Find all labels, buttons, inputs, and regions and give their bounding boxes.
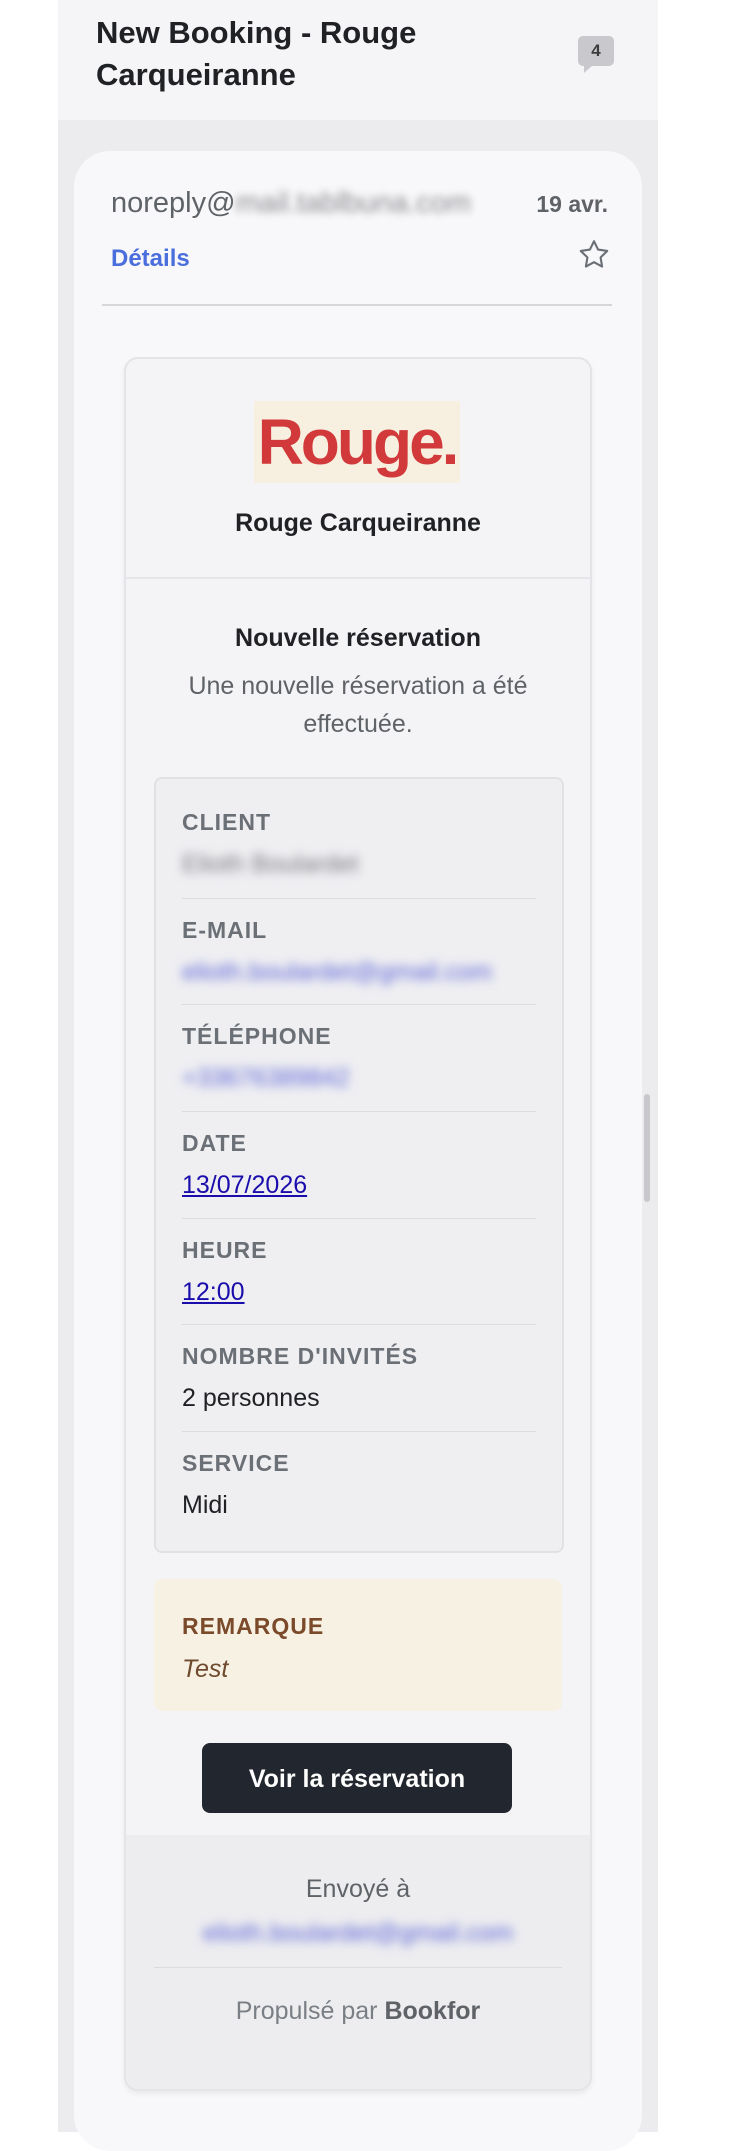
powered-by-prefix: Propulsé par xyxy=(235,1997,385,2025)
message-card: noreply@mail.tablbuna.com 19 avr. Détail… xyxy=(74,151,642,2151)
field-label: HEURE xyxy=(182,1237,268,1263)
field-date: DATE 13/07/2026 xyxy=(182,1130,536,1200)
field-divider xyxy=(182,1431,536,1432)
field-phone: TÉLÉPHONE +33676389842 xyxy=(182,1023,536,1093)
date-link[interactable]: 13/07/2026 xyxy=(182,1171,536,1200)
client-email-link[interactable]: elioth.boulardet@gmail.com xyxy=(182,958,536,987)
footer-divider xyxy=(154,1967,562,1968)
remark-label: REMARQUE xyxy=(182,1613,325,1639)
service-value: Midi xyxy=(182,1491,228,1519)
field-client: CLIENT Elioth Boulardet xyxy=(182,809,536,879)
restaurant-name: Rouge Carqueiranne xyxy=(235,509,481,537)
remark-value: Test xyxy=(182,1655,229,1683)
client-phone-link[interactable]: +33676389842 xyxy=(182,1064,536,1093)
field-label: NOMBRE D'INVITÉS xyxy=(182,1343,419,1369)
sender-prefix: noreply@ xyxy=(111,187,236,219)
email-footer: Envoyé à elioth.boulardet@gmail.com Prop… xyxy=(126,1835,590,2089)
logo-text: Rouge. xyxy=(257,406,460,478)
field-divider xyxy=(182,1324,536,1325)
field-label: SERVICE xyxy=(182,1450,290,1476)
email-header-divider xyxy=(126,577,590,579)
powered-by: Propulsé par Bookfor xyxy=(126,1997,590,2026)
time-link[interactable]: 12:00 xyxy=(182,1278,536,1307)
field-divider xyxy=(182,898,536,899)
field-service: SERVICE Midi xyxy=(182,1450,536,1520)
view-reservation-button[interactable]: Voir la réservation xyxy=(202,1743,512,1813)
field-label: E-MAIL xyxy=(182,917,268,943)
remark-box: REMARQUE Test xyxy=(154,1579,562,1711)
message-count-badge: 4 xyxy=(578,36,614,73)
sent-to-email-link[interactable]: elioth.boulardet@gmail.com xyxy=(176,1919,540,1948)
field-label: TÉLÉPHONE xyxy=(182,1023,332,1049)
sender-address[interactable]: noreply@mail.tablbuna.com xyxy=(111,187,471,220)
email-body: Rouge. Rouge Carqueiranne Nouvelle réser… xyxy=(124,357,592,2091)
message-date: 19 avr. xyxy=(536,191,608,217)
powered-by-brand-link[interactable]: Bookfor xyxy=(384,1997,480,2025)
field-label: DATE xyxy=(182,1130,247,1156)
sender-domain-blurred: mail.tablbuna.com xyxy=(235,187,471,219)
field-divider xyxy=(182,1111,536,1112)
field-divider xyxy=(182,1004,536,1005)
field-guests: NOMBRE D'INVITÉS 2 personnes xyxy=(182,1343,536,1413)
reservation-details: CLIENT Elioth Boulardet E-MAIL elioth.bo… xyxy=(154,777,564,1553)
guests-value: 2 personnes xyxy=(182,1384,320,1412)
field-email: E-MAIL elioth.boulardet@gmail.com xyxy=(182,917,536,987)
star-icon[interactable] xyxy=(576,237,612,273)
scrollbar-thumb[interactable] xyxy=(644,1094,650,1202)
details-link[interactable]: Détails xyxy=(111,245,190,273)
thread-subject: New Booking - Rouge Carqueiranne xyxy=(96,15,417,92)
brand-logo: Rouge. xyxy=(254,401,460,483)
header-divider xyxy=(102,304,612,306)
field-divider xyxy=(182,1218,536,1219)
client-name: Elioth Boulardet xyxy=(182,850,359,878)
field-label: CLIENT xyxy=(182,809,272,835)
field-time: HEURE 12:00 xyxy=(182,1237,536,1307)
thread-header: New Booking - Rouge Carqueiranne 4 xyxy=(58,0,658,120)
email-subtitle: Une nouvelle réservation a été effectuée… xyxy=(188,672,528,738)
sent-to-label: Envoyé à xyxy=(305,1875,411,1903)
email-title: Nouvelle réservation xyxy=(235,624,481,652)
